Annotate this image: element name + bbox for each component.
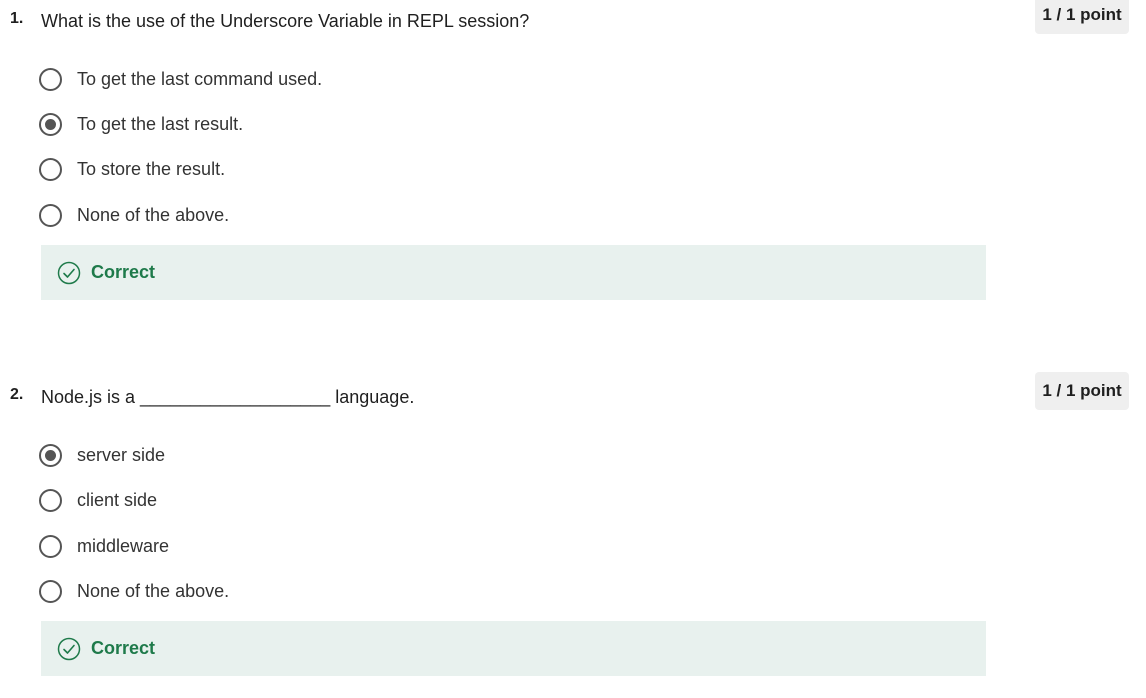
option-label: client side <box>77 489 158 510</box>
option-label: middleware <box>77 535 170 556</box>
feedback-panel: Correct <box>41 245 986 300</box>
option-1[interactable]: To get the last command used. <box>39 64 322 94</box>
option-3[interactable]: To store the result. <box>39 154 225 184</box>
option-3[interactable]: middleware <box>39 531 169 561</box>
option-label: server side <box>77 444 166 465</box>
radio-button[interactable] <box>39 488 62 512</box>
option-2[interactable]: To get the last result. <box>39 109 243 139</box>
radio-button[interactable] <box>39 579 62 603</box>
feedback-panel: Correct <box>41 621 986 676</box>
option-1[interactable]: server side <box>39 440 165 470</box>
option-label: None of the above. <box>77 580 230 601</box>
radio-button[interactable] <box>39 534 62 558</box>
option-4[interactable]: None of the above. <box>39 200 229 230</box>
option-label: To get the last result. <box>77 113 244 134</box>
feedback-label: Correct <box>91 638 156 658</box>
radio-button-selected[interactable] <box>39 112 62 136</box>
check-circle-icon <box>57 261 81 284</box>
check-circle-icon <box>57 637 81 660</box>
radio-button[interactable] <box>39 157 62 181</box>
radio-button[interactable] <box>39 67 62 91</box>
radio-button-selected[interactable] <box>39 443 62 467</box>
question-number: 1. <box>10 10 24 27</box>
points-badge: 1 / 1 point <box>1035 0 1129 34</box>
points-badge: 1 / 1 point <box>1035 372 1129 410</box>
question-text: Node.js is a ___________________ languag… <box>41 387 415 407</box>
option-2[interactable]: client side <box>39 485 157 515</box>
option-label: None of the above. <box>77 204 230 225</box>
option-label: To store the result. <box>77 158 226 179</box>
question-number: 2. <box>10 386 24 403</box>
question-text: What is the use of the Underscore Variab… <box>41 11 530 31</box>
option-4[interactable]: None of the above. <box>39 576 229 606</box>
feedback-label: Correct <box>91 262 156 282</box>
option-label: To get the last command used. <box>77 68 323 89</box>
radio-button[interactable] <box>39 203 62 227</box>
